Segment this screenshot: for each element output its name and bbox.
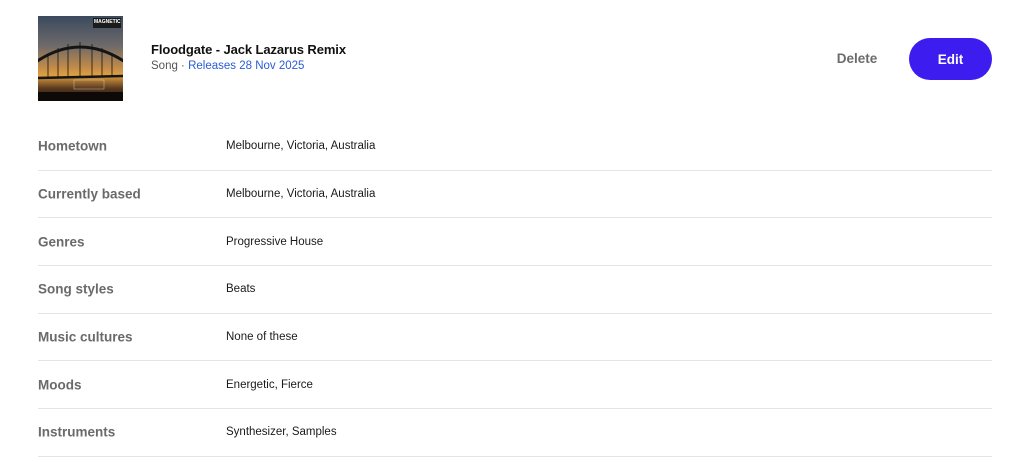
detail-label: Hometown [38,138,107,154]
detail-value: Beats [226,283,256,296]
detail-row-genres: Genres Progressive House [38,218,992,267]
cover-logo: MAGNETIC [94,19,121,25]
bridge-artwork [38,18,123,101]
delete-button[interactable]: Delete [827,47,887,71]
song-header: MAGNETIC Floodgate - Jack Lazarus Remix … [38,16,992,102]
song-type: Song · [151,60,189,72]
detail-value: Progressive House [226,235,324,248]
detail-label: Currently based [38,186,141,202]
detail-value: Melbourne, Victoria, Australia [226,188,376,201]
edit-button[interactable]: Edit [909,38,992,80]
album-cover: MAGNETIC [38,16,123,101]
detail-value: Energetic, Fierce [226,378,313,391]
song-details-list: Hometown Melbourne, Victoria, Australia … [38,123,992,457]
detail-label: Instruments [38,424,116,440]
detail-label: Music cultures [38,329,133,345]
song-info: Floodgate - Jack Lazarus Remix Song · Re… [151,42,346,72]
detail-label: Genres [38,234,85,250]
detail-value: None of these [226,331,298,344]
detail-row-moods: Moods Energetic, Fierce [38,361,992,410]
detail-label: Moods [38,377,82,393]
detail-value: Melbourne, Victoria, Australia [226,140,376,153]
detail-row-currently-based: Currently based Melbourne, Victoria, Aus… [38,171,992,219]
detail-row-instruments: Instruments Synthesizer, Samples [38,409,992,457]
detail-row-song-styles: Song styles Beats [38,266,992,314]
song-title: Floodgate - Jack Lazarus Remix [151,42,346,57]
detail-row-music-cultures: Music cultures None of these [38,314,992,362]
song-subtitle: Song · Releases 28 Nov 2025 [151,60,346,72]
detail-value: Synthesizer, Samples [226,426,337,439]
release-date-link[interactable]: Releases 28 Nov 2025 [188,60,304,72]
detail-label: Song styles [38,281,114,297]
detail-row-hometown: Hometown Melbourne, Victoria, Australia [38,123,992,171]
